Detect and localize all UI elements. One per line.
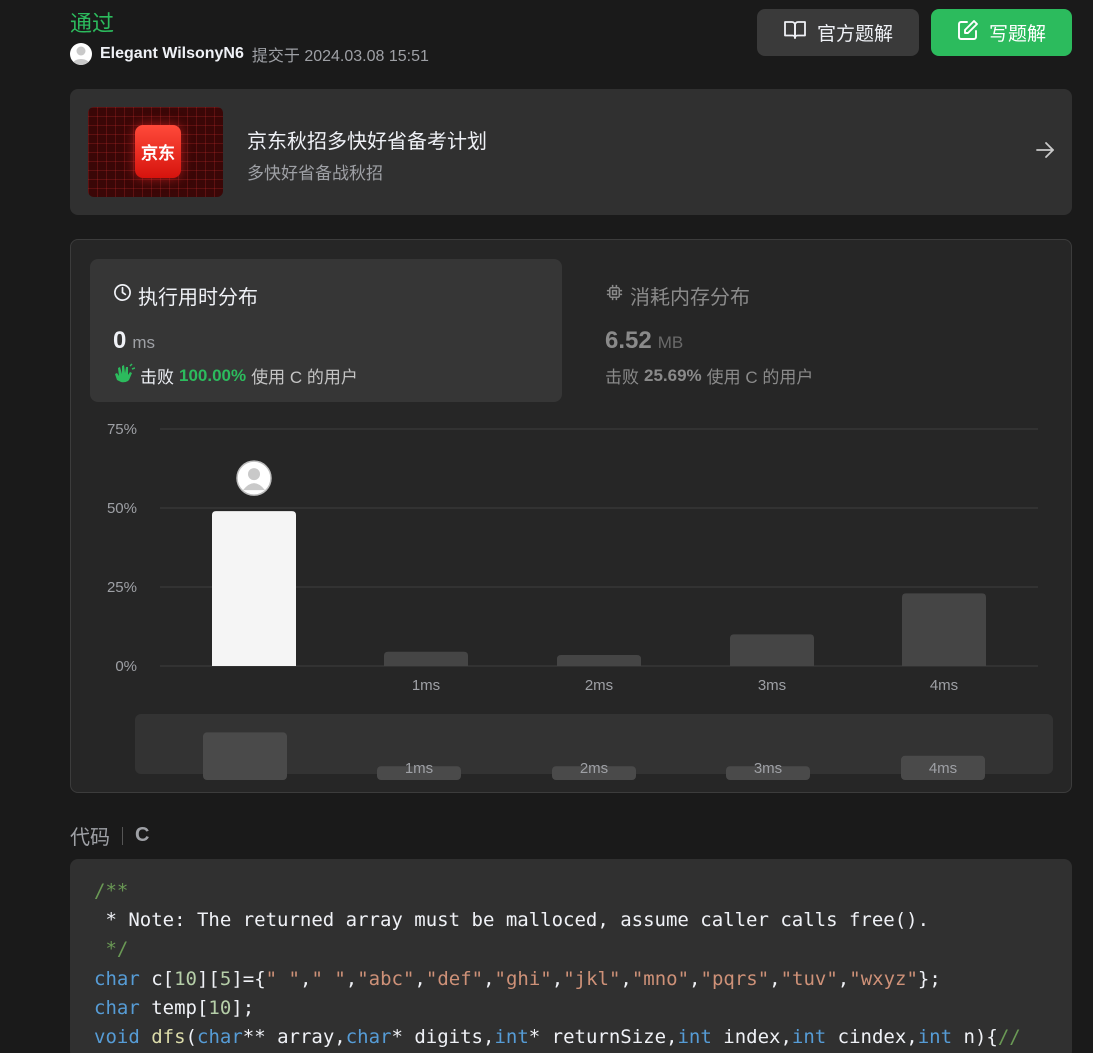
- banner-subtitle: 多快好省备战秋招: [247, 164, 383, 183]
- code-block[interactable]: /** * Note: The returned array must be m…: [70, 859, 1072, 1053]
- banner-image: 京东: [88, 107, 223, 197]
- submit-time: 提交于 2024.03.08 15:51: [251, 48, 429, 65]
- y-tick-label: 25%: [107, 579, 137, 596]
- code-label-divider: [122, 826, 123, 845]
- write-solution-label: 写题解: [988, 24, 1046, 45]
- chart-bar: [557, 654, 641, 666]
- chart-bar: [384, 651, 468, 666]
- y-tick-label: 0%: [115, 658, 137, 675]
- user-avatar[interactable]: [70, 43, 92, 65]
- code-label: 代码: [70, 827, 110, 849]
- overview-tick-label: 1ms: [405, 760, 433, 777]
- chart-bar: [730, 634, 814, 666]
- y-tick-label: 75%: [107, 421, 137, 438]
- x-tick-label: 4ms: [930, 677, 958, 694]
- official-solution-label: 官方题解: [816, 24, 893, 45]
- book-icon: [783, 19, 807, 47]
- arrow-right-icon[interactable]: [1034, 139, 1056, 166]
- x-tick-label: 1ms: [412, 677, 440, 694]
- overview-tick-label: 3ms: [754, 760, 782, 777]
- avatar-head: [248, 468, 260, 481]
- x-tick-label: 2ms: [585, 677, 613, 694]
- edit-icon: [957, 19, 979, 47]
- runtime-distribution-chart[interactable]: 0% 25% 50% 75% 1ms 2ms 3ms 4ms 1ms 2ms 3ms 4ms: [71, 240, 1071, 792]
- overview-tick-label: 2ms: [580, 760, 608, 777]
- overview-bar: [203, 732, 287, 780]
- promo-banner[interactable]: 京东 京东秋招多快好省备考计划 多快好省备战秋招: [70, 89, 1072, 215]
- y-tick-label: 50%: [107, 500, 137, 517]
- x-tick-label: 3ms: [758, 677, 786, 694]
- code-header: 代码 C: [70, 821, 149, 850]
- performance-panel: 执行用时分布 0 ms 击败 100.00% 使用 C 的用户 消耗内存分布 6…: [70, 239, 1072, 793]
- user-name[interactable]: Elegant WilsonyN6: [100, 45, 244, 63]
- jd-logo: 京东: [135, 125, 181, 178]
- write-solution-button[interactable]: 写题解: [931, 9, 1072, 56]
- submission-status: 通过: [70, 11, 115, 36]
- banner-title: 京东秋招多快好省备考计划: [247, 131, 487, 153]
- code-content: /** * Note: The returned array must be m…: [94, 880, 1021, 1049]
- chart-bar: [902, 593, 986, 666]
- submitter-info: Elegant WilsonyN6 提交于 2024.03.08 15:51: [70, 42, 429, 66]
- official-solution-button[interactable]: 官方题解: [757, 9, 919, 56]
- chart-bar: [212, 511, 296, 666]
- overview-tick-label: 4ms: [929, 760, 957, 777]
- code-language: C: [135, 824, 150, 846]
